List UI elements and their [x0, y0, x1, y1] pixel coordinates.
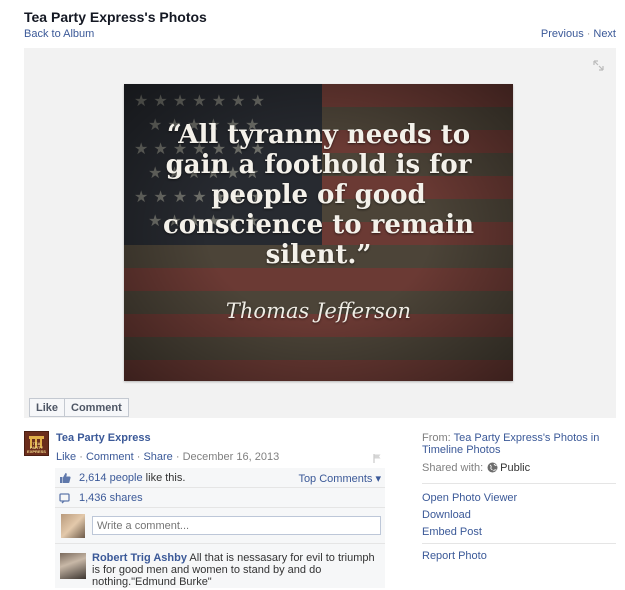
- thumbs-up-icon: [60, 473, 71, 483]
- current-user-avatar: [61, 514, 85, 538]
- write-comment-row: [55, 508, 385, 544]
- photo-action-bar: Like Comment: [29, 398, 129, 417]
- from-line: From: Tea Party Express's Photos in Time…: [422, 432, 616, 456]
- previous-link[interactable]: Previous: [541, 28, 584, 40]
- likes-row: 2,614 people like this. Top Comments ▾: [55, 468, 385, 488]
- post-meta: Like · Comment · Share · December 16, 20…: [56, 451, 279, 463]
- photo-pager: Previous · Next: [541, 28, 616, 40]
- privacy-line: Shared with: Public: [422, 462, 530, 474]
- photo-image[interactable]: ★ ★ ★ ★ ★ ★ ★ ★ ★ ★ ★ ★ ★ ★ ★ ★ ★ ★ ★ ★ …: [124, 84, 513, 381]
- photo-quote: “All tyranny needs to gain a foothold is…: [162, 120, 475, 270]
- sidebar-divider: [422, 543, 616, 544]
- report-flag-icon[interactable]: [372, 453, 382, 463]
- comment-button[interactable]: Comment: [64, 399, 128, 416]
- comment-item: Robert Trig Ashby All that is nessasary …: [55, 544, 385, 588]
- comment-input[interactable]: [92, 516, 381, 535]
- comment-body: Robert Trig Ashby All that is nessasary …: [92, 552, 382, 588]
- shares-link[interactable]: 1,436 shares: [79, 492, 143, 504]
- commenter-name-link[interactable]: Robert Trig Ashby: [92, 552, 187, 564]
- likes-suffix: like this.: [142, 472, 186, 484]
- page-name-link[interactable]: Tea Party Express: [56, 432, 151, 444]
- sidebar-divider: [422, 483, 616, 484]
- photo-quote-author: Thomas Jefferson: [225, 299, 412, 323]
- logo-text: TEA PARTY EXPRESS: [27, 441, 46, 454]
- top-comments-dropdown[interactable]: Top Comments ▾: [298, 472, 381, 485]
- download-link[interactable]: Download: [422, 509, 471, 521]
- privacy-value: Public: [500, 462, 531, 474]
- globe-icon: [487, 462, 498, 473]
- report-photo-link[interactable]: Report Photo: [422, 550, 487, 562]
- shared-with-label: Shared with:: [422, 462, 484, 474]
- pager-separator: ·: [586, 28, 591, 40]
- shares-row: 1,436 shares: [55, 488, 385, 508]
- fullscreen-icon[interactable]: [593, 60, 604, 71]
- likes-text: 2,614 people like this.: [79, 472, 185, 484]
- from-label: From:: [422, 432, 454, 444]
- post-share-link[interactable]: Share: [143, 451, 172, 463]
- page-avatar[interactable]: TEA PARTY EXPRESS: [24, 431, 49, 456]
- post-comment-link[interactable]: Comment: [86, 451, 134, 463]
- meta-dot: ·: [172, 451, 183, 463]
- back-to-album-link[interactable]: Back to Album: [24, 28, 94, 40]
- share-icon: [59, 493, 70, 504]
- likes-count-link[interactable]: 2,614 people: [79, 472, 143, 484]
- embed-post-link[interactable]: Embed Post: [422, 526, 482, 538]
- post-like-link[interactable]: Like: [56, 451, 76, 463]
- commenter-avatar[interactable]: [60, 553, 86, 579]
- post-date: December 16, 2013: [182, 451, 280, 463]
- meta-dot: ·: [76, 451, 86, 463]
- page-title: Tea Party Express's Photos: [24, 9, 207, 25]
- next-link[interactable]: Next: [593, 28, 616, 40]
- like-button[interactable]: Like: [30, 399, 64, 416]
- feedback-panel: 2,614 people like this. Top Comments ▾ 1…: [55, 468, 385, 588]
- photo-stage: ★ ★ ★ ★ ★ ★ ★ ★ ★ ★ ★ ★ ★ ★ ★ ★ ★ ★ ★ ★ …: [24, 48, 616, 418]
- meta-dot: ·: [133, 451, 144, 463]
- open-photo-viewer-link[interactable]: Open Photo Viewer: [422, 492, 517, 504]
